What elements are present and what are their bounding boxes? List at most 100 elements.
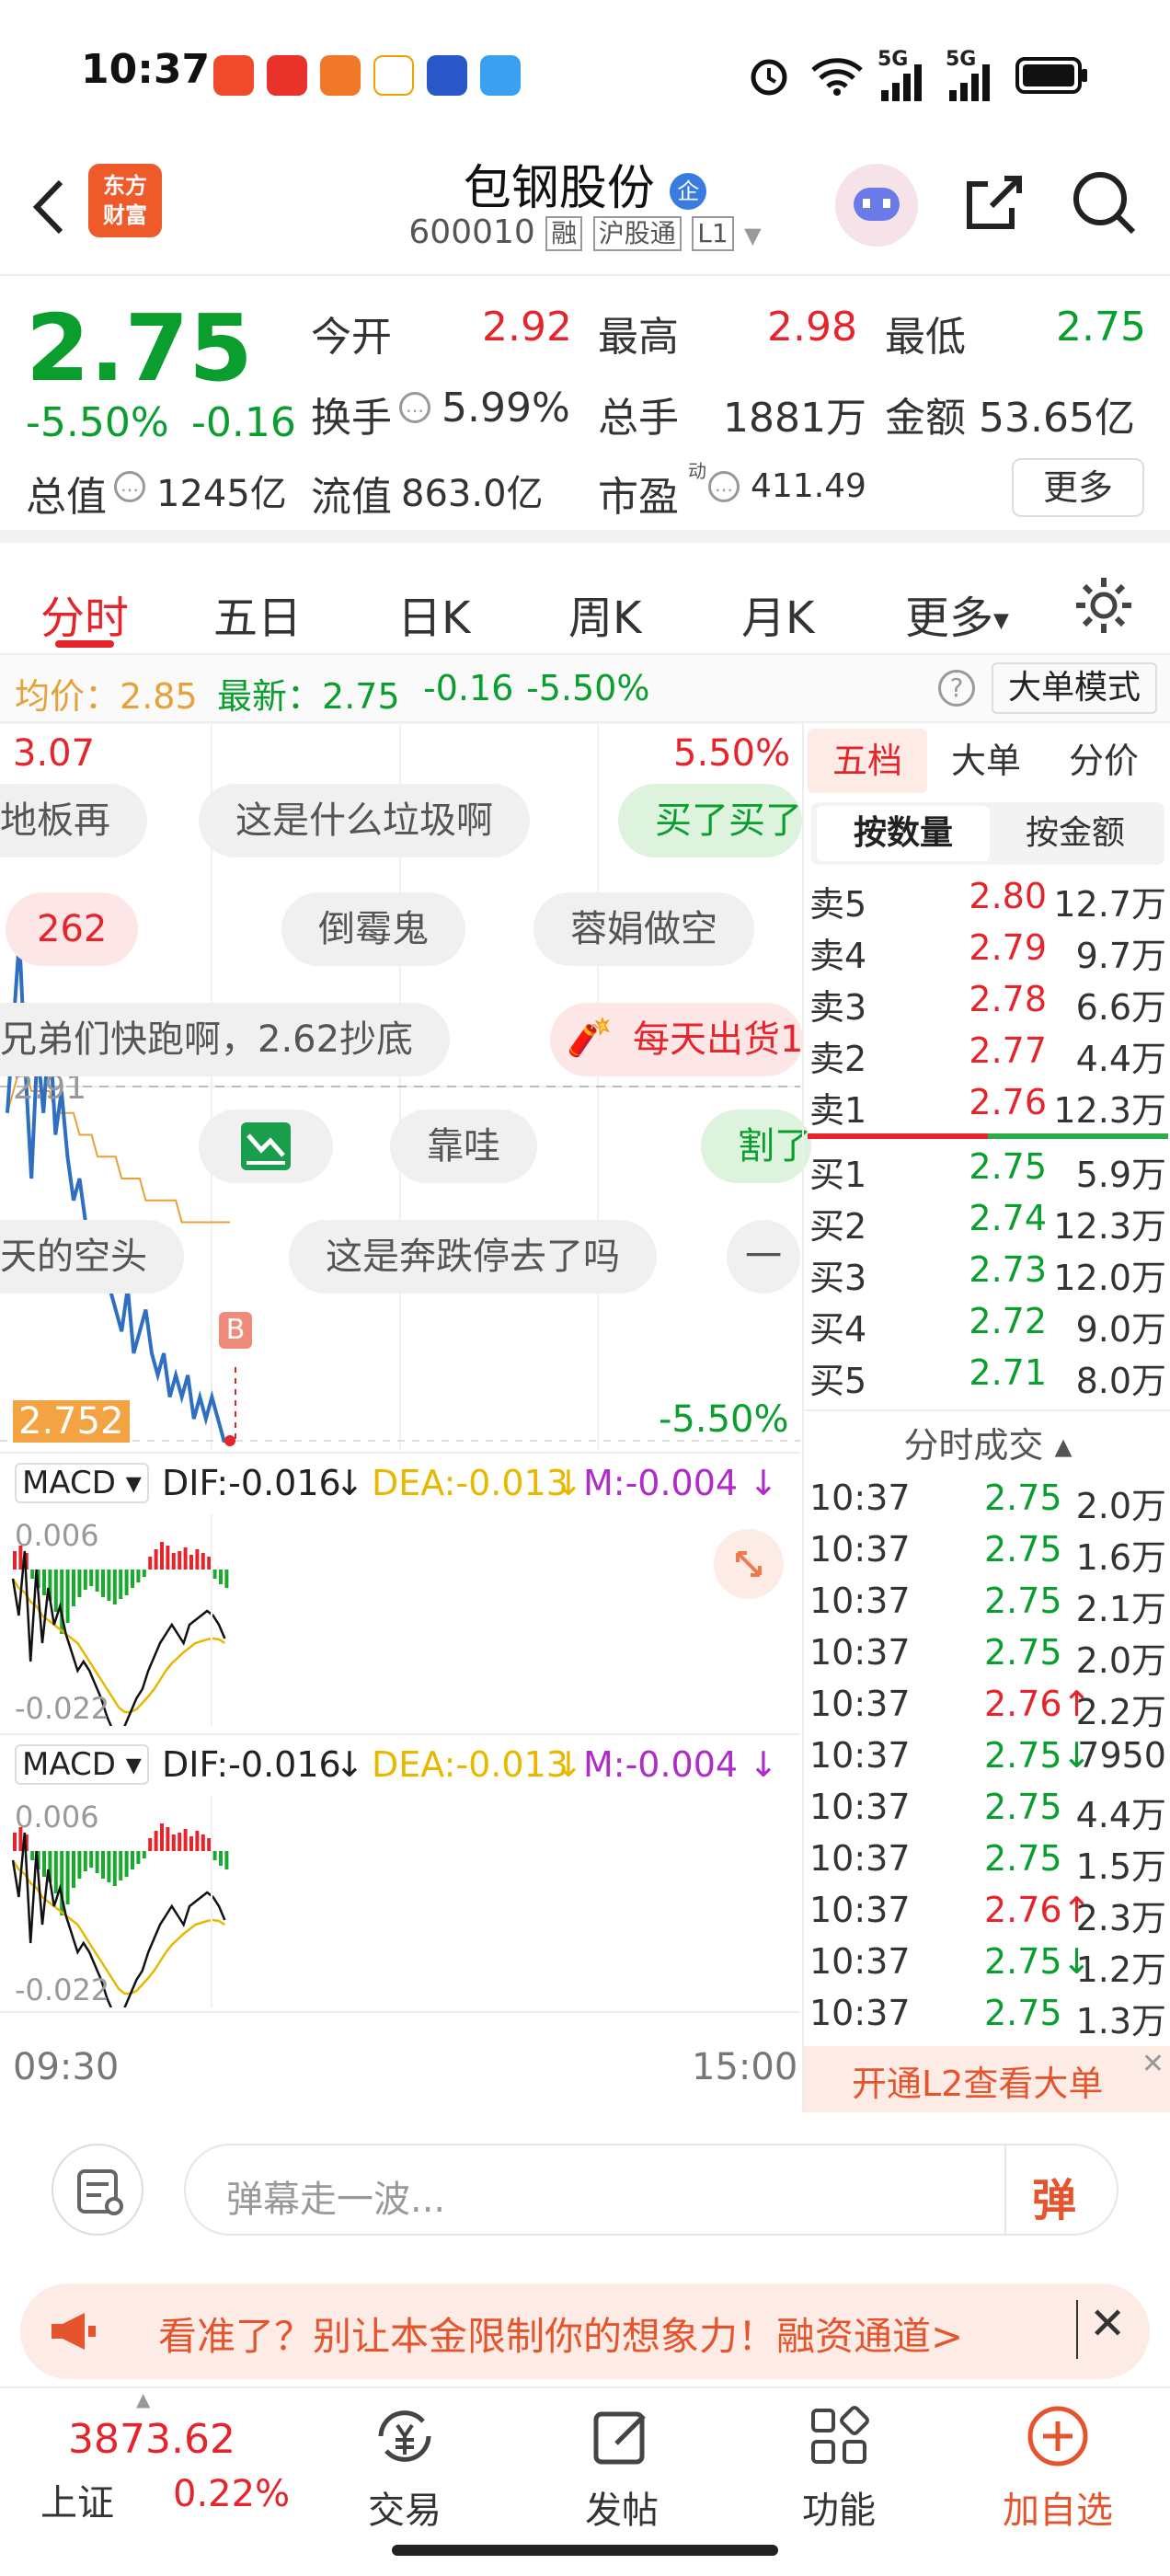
max-price-label: 3.07 <box>13 732 96 775</box>
info-icon[interactable]: … <box>399 392 430 423</box>
buy-marker[interactable]: B <box>219 1312 252 1349</box>
big-order-mode-button[interactable]: 大单模式 <box>992 662 1157 714</box>
danmaku-bubble[interactable]: 买了买了 <box>618 784 802 857</box>
danmaku-bubble[interactable]: 靠哇 <box>390 1110 537 1183</box>
gear-icon[interactable] <box>1072 574 1135 637</box>
nav-trade[interactable]: 交易 <box>322 2388 488 2534</box>
index-name[interactable]: 上证 <box>40 2473 114 2526</box>
margin-tag: 融 <box>545 216 583 251</box>
trade-row: 10:37 2.75 2.1万 <box>809 1581 1166 1632</box>
close-icon[interactable]: ✕ <box>1089 2298 1126 2350</box>
macd-selector[interactable]: MACD ▾ <box>15 1463 149 1503</box>
macd-bar <box>53 1570 58 1612</box>
ad-banner[interactable]: 看准了？别让本金限制你的想象力！融资通道> ✕ <box>20 2283 1150 2379</box>
danmaku-bubble[interactable]: 倒霉鬼 <box>281 892 465 966</box>
danmaku-bubble[interactable]: 地板再 <box>0 784 147 857</box>
expand-icon[interactable] <box>714 1529 784 1599</box>
level-label: 买4 <box>809 1309 867 1350</box>
ask-level-row[interactable]: 卖5 2.80 12.7万 <box>809 876 1166 927</box>
ask-level-row[interactable]: 卖1 2.76 12.3万 <box>809 1082 1166 1133</box>
share-icon[interactable] <box>957 166 1030 239</box>
price-info-row: 均价：2.85 最新：2.75 -0.16 -5.50% ? 大单模式 <box>0 655 1170 723</box>
danmaku-bubble[interactable]: 一 <box>727 1220 800 1294</box>
trade-time: 10:37 <box>809 1529 911 1570</box>
ask-level-row[interactable]: 卖4 2.79 9.7万 <box>809 927 1166 979</box>
min-price-label: 2.752 <box>13 1400 130 1443</box>
bid-level-row[interactable]: 买4 2.72 9.0万 <box>809 1301 1166 1352</box>
tab-price-dist[interactable]: 分价 <box>1069 729 1139 793</box>
macd-bar <box>207 1557 212 1570</box>
bid-level-row[interactable]: 买2 2.74 12.3万 <box>809 1198 1166 1249</box>
macd-bar <box>131 1851 134 1869</box>
tab-monthly-k[interactable]: 月K <box>741 581 814 646</box>
nav-post[interactable]: 发帖 <box>539 2388 705 2534</box>
l2-banner[interactable]: 开通L2查看大单 ✕ <box>804 2046 1170 2112</box>
ask-level-row[interactable]: 卖3 2.78 6.6万 <box>809 979 1166 1030</box>
info-icon[interactable]: … <box>708 471 740 502</box>
tab-weekly-k[interactable]: 周K <box>568 581 641 646</box>
info-icon[interactable]: … <box>114 471 145 502</box>
danmaku-input[interactable]: 弹幕走一波... 弹 <box>184 2144 1118 2236</box>
danmaku-bubble[interactable]: 这是奔跌停去了吗 <box>289 1220 657 1294</box>
macd-bar <box>189 1555 193 1570</box>
danmaku-bubble[interactable]: 兄弟们快跑啊，2.62抄底 <box>0 1003 451 1076</box>
bid-level-row[interactable]: 买1 2.75 5.9万 <box>809 1146 1166 1198</box>
level-price: 2.73 <box>969 1249 1047 1290</box>
macd-selector[interactable]: MACD ▾ <box>15 1744 149 1785</box>
help-icon[interactable]: ? <box>938 670 975 707</box>
tab-intraday[interactable]: 分时 <box>40 581 129 646</box>
tab-big-orders[interactable]: 大单 <box>951 729 1021 793</box>
danmaku-bubble[interactable]: 蓉娟做空 <box>533 892 754 966</box>
open-value: 2.92 <box>482 304 572 351</box>
level-volume: 6.6万 <box>1075 987 1166 1028</box>
app-notification-icon <box>427 55 467 96</box>
toutiao-icon <box>267 55 307 96</box>
quote-panel: 2.75 -5.50% -0.16 今开 2.92 最高 2.98 最低 2.7… <box>0 276 1170 543</box>
robot-assistant-icon[interactable] <box>835 164 918 247</box>
tab-daily-k[interactable]: 日K <box>397 581 470 646</box>
danmaku-bubble[interactable]: 这是什么垃圾啊 <box>199 784 530 857</box>
trade-time: 10:37 <box>809 1838 911 1879</box>
tab-five-levels[interactable]: 五档 <box>808 729 927 793</box>
danmaku-bubble[interactable]: 天的空头 <box>0 1220 184 1294</box>
trade-price: 2.75 <box>984 1993 1062 2033</box>
trade-time: 10:37 <box>809 1632 911 1673</box>
tab-five-day[interactable]: 五日 <box>213 581 302 646</box>
alarm-icon <box>751 59 787 96</box>
stock-down-sticker-icon <box>241 1122 291 1170</box>
more-button[interactable]: 更多 <box>1012 458 1144 517</box>
danmaku-bubble[interactable]: 262 <box>6 892 139 966</box>
macd-bar <box>107 1851 111 1882</box>
nav-add-watchlist[interactable]: 加自选 <box>975 2388 1141 2534</box>
level-price: 2.76 <box>969 1082 1047 1122</box>
ask-level-row[interactable]: 卖2 2.77 4.4万 <box>809 1030 1166 1082</box>
subtab-by-volume[interactable]: 按数量 <box>817 806 990 861</box>
ask-ratio-bar <box>808 1133 988 1139</box>
latest-price: 最新：2.75 <box>217 676 400 717</box>
subtab-by-amount[interactable]: 按金额 <box>992 806 1159 861</box>
bid-level-row[interactable]: 买5 2.71 8.0万 <box>809 1352 1166 1404</box>
caret-down-icon: ▼ <box>993 609 1009 633</box>
trade-row: 10:37 2.75 1.5万 <box>809 1838 1166 1890</box>
trades-title[interactable]: 分时成交 ▴ <box>804 1417 1170 1467</box>
index-value[interactable]: 3873.62 <box>68 2416 235 2463</box>
index-percent[interactable]: 0.22% <box>173 2473 290 2515</box>
signal-icon <box>949 64 990 101</box>
danmaku-settings-icon[interactable] <box>52 2144 143 2236</box>
macd-bar <box>30 1851 35 1860</box>
intraday-chart[interactable]: 3.07 5.50% 2.91 2.752 -5.50% B 地板再 这是什么垃… <box>0 723 811 2112</box>
macd-bar <box>195 1831 200 1851</box>
danmaku-bubble[interactable]: 割了 <box>701 1110 811 1183</box>
bid-level-row[interactable]: 买3 2.73 12.0万 <box>809 1249 1166 1301</box>
trade-row: 10:37 2.75 1.3万 <box>809 1993 1166 2044</box>
macd-bar <box>136 1851 141 1864</box>
search-icon[interactable] <box>1067 166 1141 239</box>
current-price: 2.75 <box>26 294 253 402</box>
trade-row: 10:37 2.75 2.0万 <box>809 1478 1166 1529</box>
macd-bar <box>166 1827 170 1851</box>
market-cap-label: 总值 <box>26 474 107 521</box>
nav-functions[interactable]: 功能 <box>756 2388 922 2534</box>
trade-volume: 1.5万 <box>1075 1846 1166 1887</box>
danmaku-sticker[interactable] <box>199 1110 333 1183</box>
tab-more[interactable]: 更多▼ <box>905 581 1009 646</box>
